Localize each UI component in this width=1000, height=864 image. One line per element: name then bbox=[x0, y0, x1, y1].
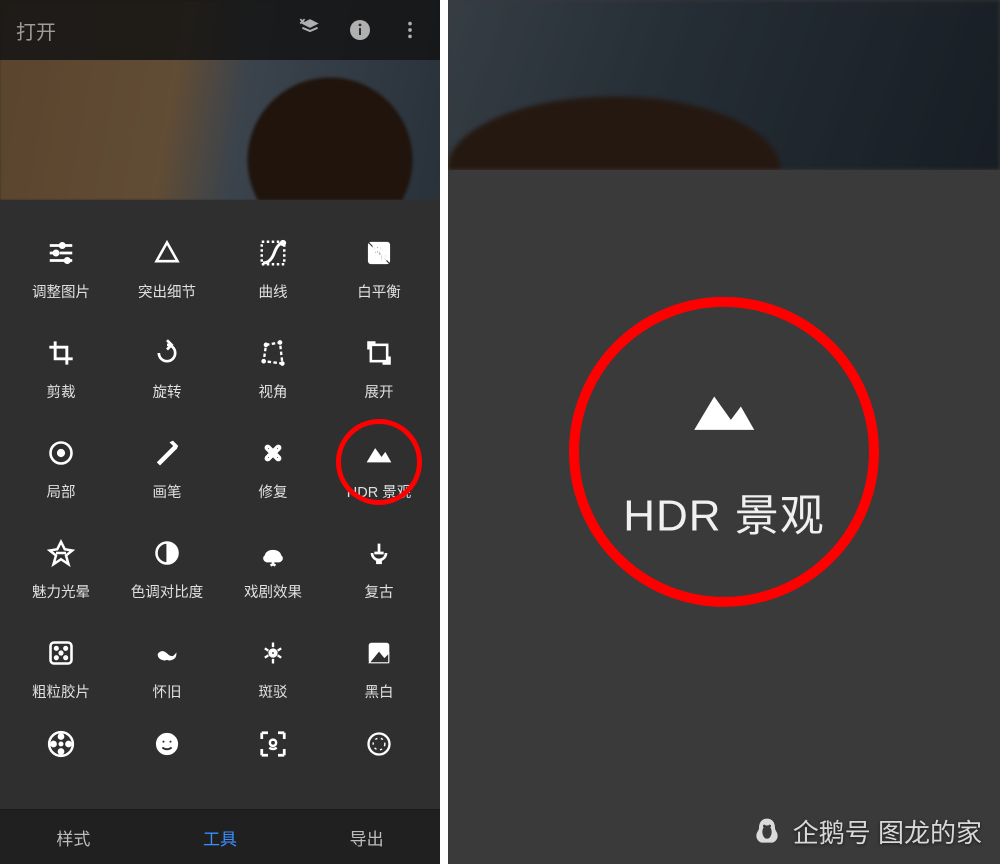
film-icon bbox=[43, 726, 79, 762]
tool-hdr[interactable]: HDR 景观 bbox=[329, 435, 429, 502]
tool-glamour[interactable]: 魅力光晕 bbox=[11, 535, 111, 602]
selective-icon bbox=[43, 435, 79, 471]
brush-icon bbox=[149, 435, 185, 471]
tool-crop[interactable]: 剪裁 bbox=[11, 335, 111, 402]
face-icon bbox=[149, 726, 185, 762]
tool-label: HDR 景观 bbox=[347, 481, 411, 502]
crop-icon bbox=[43, 335, 79, 371]
perspective-icon bbox=[255, 335, 291, 371]
tool-label: 画笔 bbox=[153, 481, 182, 502]
tool-drama[interactable]: 戏剧效果 bbox=[223, 535, 323, 602]
tool-label: 视角 bbox=[259, 381, 288, 402]
tools-grid: 调整图片 突出细节 曲线 白平衡 剪裁 旋转 视角 展开 局部 画笔 修复 HD… bbox=[0, 200, 440, 809]
hdr-icon bbox=[664, 366, 784, 451]
editor-panel: 打开 调整图片 突出细节 曲线 白平衡 剪裁 旋转 视角 展开 局部 画笔 bbox=[0, 0, 440, 864]
tool-label: 粗粒胶片 bbox=[32, 681, 90, 702]
tool-label: 斑驳 bbox=[259, 681, 288, 702]
nav-export[interactable]: 导出 bbox=[293, 810, 440, 864]
tool-grunge[interactable]: 斑驳 bbox=[223, 635, 323, 702]
whitebalance-icon bbox=[361, 235, 397, 271]
tool-bw[interactable]: 黑白 bbox=[329, 635, 429, 702]
tool-label: 修复 bbox=[259, 481, 288, 502]
lens-icon bbox=[361, 726, 397, 762]
penguin-icon bbox=[751, 816, 783, 848]
tool-film[interactable] bbox=[11, 726, 111, 772]
bottom-nav: 样式 工具 导出 bbox=[0, 809, 440, 864]
tool-curves[interactable]: 曲线 bbox=[223, 235, 323, 302]
tool-label: 怀旧 bbox=[153, 681, 182, 702]
tool-label: 复古 bbox=[365, 581, 394, 602]
tool-label: 突出细节 bbox=[138, 281, 196, 302]
glamour-icon bbox=[43, 535, 79, 571]
tune-icon bbox=[43, 235, 79, 271]
grainy-icon bbox=[43, 635, 79, 671]
more-icon[interactable] bbox=[396, 16, 424, 44]
tool-details[interactable]: 突出细节 bbox=[117, 235, 217, 302]
expand-icon bbox=[361, 335, 397, 371]
rotate-icon bbox=[149, 335, 185, 371]
hdr-label: HDR 景观 bbox=[623, 479, 825, 543]
tool-face[interactable] bbox=[117, 726, 217, 772]
nav-tools[interactable]: 工具 bbox=[147, 810, 294, 864]
tool-tonal[interactable]: 色调对比度 bbox=[117, 535, 217, 602]
image-preview-zoom bbox=[448, 0, 1000, 170]
tool-grainy[interactable]: 粗粒胶片 bbox=[11, 635, 111, 702]
curves-icon bbox=[255, 235, 291, 271]
tool-label: 展开 bbox=[365, 381, 394, 402]
tool-rotate[interactable]: 旋转 bbox=[117, 335, 217, 402]
tool-brush[interactable]: 画笔 bbox=[117, 435, 217, 502]
tool-healing[interactable]: 修复 bbox=[223, 435, 323, 502]
tool-label: 戏剧效果 bbox=[244, 581, 302, 602]
watermark-text: 企鹅号 图龙的家 bbox=[793, 813, 982, 850]
tool-label: 黑白 bbox=[365, 681, 394, 702]
tonal-icon bbox=[149, 535, 185, 571]
vintage-icon bbox=[361, 535, 397, 571]
tool-label: 色调对比度 bbox=[131, 581, 204, 602]
tool-label: 调整图片 bbox=[32, 281, 90, 302]
drama-icon bbox=[255, 535, 291, 571]
tool-whitebalance[interactable]: 白平衡 bbox=[329, 235, 429, 302]
nav-styles[interactable]: 样式 bbox=[0, 810, 147, 864]
tool-vintage[interactable]: 复古 bbox=[329, 535, 429, 602]
details-icon bbox=[149, 235, 185, 271]
tool-lens[interactable] bbox=[329, 726, 429, 772]
tool-selective[interactable]: 局部 bbox=[11, 435, 111, 502]
tool-label: 魅力光晕 bbox=[32, 581, 90, 602]
tool-portrait[interactable] bbox=[223, 726, 323, 772]
grunge-icon bbox=[255, 635, 291, 671]
tool-tune[interactable]: 调整图片 bbox=[11, 235, 111, 302]
retrolux-icon bbox=[149, 635, 185, 671]
tool-expand[interactable]: 展开 bbox=[329, 335, 429, 402]
hdr-tool-detail[interactable]: HDR 景观 bbox=[623, 366, 825, 543]
tool-perspective[interactable]: 视角 bbox=[223, 335, 323, 402]
detail-panel: HDR 景观 企鹅号 图龙的家 bbox=[448, 0, 1000, 864]
top-toolbar: 打开 bbox=[0, 0, 440, 60]
tool-label: 局部 bbox=[47, 481, 76, 502]
open-button[interactable]: 打开 bbox=[16, 16, 56, 45]
healing-icon bbox=[255, 435, 291, 471]
layers-icon[interactable] bbox=[296, 16, 324, 44]
tool-label: 白平衡 bbox=[357, 281, 401, 302]
watermark: 企鹅号 图龙的家 bbox=[751, 813, 982, 850]
portrait-icon bbox=[255, 726, 291, 762]
tool-label: 曲线 bbox=[259, 281, 288, 302]
tool-retrolux[interactable]: 怀旧 bbox=[117, 635, 217, 702]
hdr-icon bbox=[361, 435, 397, 471]
tool-label: 旋转 bbox=[153, 381, 182, 402]
tool-label: 剪裁 bbox=[47, 381, 76, 402]
bw-icon bbox=[361, 635, 397, 671]
info-icon[interactable] bbox=[346, 16, 374, 44]
